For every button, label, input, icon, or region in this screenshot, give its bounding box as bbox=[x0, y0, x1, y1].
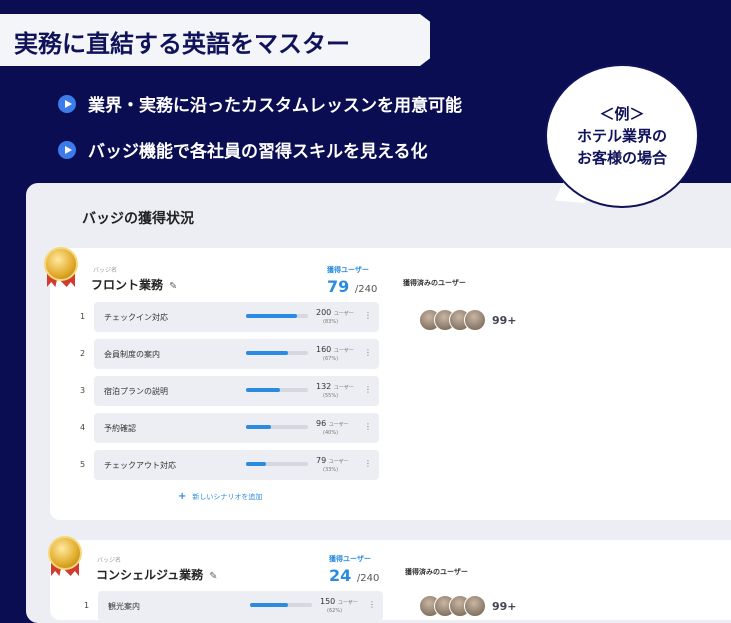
callout-line: ホテル業界の bbox=[576, 127, 667, 145]
progress-fill bbox=[246, 388, 281, 392]
acquired-label: 獲得ユーザー bbox=[327, 266, 369, 274]
badge-caption: バッジ名 bbox=[93, 267, 118, 274]
avatar bbox=[464, 595, 486, 617]
badge-name[interactable]: コンシェルジュ業務 ✎ bbox=[96, 566, 218, 583]
progress-fill bbox=[246, 314, 298, 318]
scenario-user-count: 160 ユーザー bbox=[316, 345, 354, 354]
scenario-name: チェックイン対応 bbox=[104, 313, 168, 322]
play-icon bbox=[58, 94, 76, 113]
badge-name[interactable]: フロント業務 ✎ bbox=[91, 276, 177, 293]
more-menu-icon[interactable]: ⋮ bbox=[364, 385, 372, 394]
pencil-icon[interactable]: ✎ bbox=[169, 281, 177, 292]
panel-title: バッジの獲得状況 bbox=[82, 211, 194, 227]
scenario-name: 予約確認 bbox=[104, 424, 136, 433]
progress-fill bbox=[250, 603, 289, 607]
scenario-name: 観光案内 bbox=[108, 602, 140, 611]
acquired-count: 79 /240 bbox=[327, 277, 378, 296]
scenario-user-count: 96 ユーザー bbox=[316, 419, 349, 428]
scenario-user-count: 132 ユーザー bbox=[316, 382, 354, 391]
scenario-user-count: 200 ユーザー bbox=[316, 308, 354, 317]
scenario-number: 5 bbox=[80, 460, 86, 469]
gold-medal-icon bbox=[44, 247, 78, 287]
scenario-user-count: 79 ユーザー bbox=[316, 456, 349, 465]
scenario-number: 1 bbox=[84, 601, 90, 610]
scenario-number: 1 bbox=[80, 312, 86, 321]
more-menu-icon[interactable]: ⋮ bbox=[364, 311, 372, 320]
more-menu-icon[interactable]: ⋮ bbox=[364, 459, 372, 468]
more-users-count: 99+ bbox=[492, 599, 517, 613]
feature-bullet: 業界・実務に沿ったカスタムレッスンを用意可能 bbox=[58, 91, 462, 116]
scenario-row[interactable]: 予約確認 96 ユーザー (40%) ⋮ bbox=[94, 413, 379, 443]
progress-fill bbox=[246, 351, 288, 355]
feature-bullet: バッジ機能で各社員の習得スキルを見える化 bbox=[58, 137, 428, 162]
callout-line: ＜例＞ bbox=[599, 105, 645, 123]
scenario-number: 4 bbox=[80, 423, 86, 432]
scenario-number: 2 bbox=[80, 349, 86, 358]
scenario-row[interactable]: 宿泊プランの説明 132 ユーザー (55%) ⋮ bbox=[94, 376, 379, 406]
scenario-row[interactable]: 観光案内 150 ユーザー (62%) ⋮ bbox=[98, 591, 383, 621]
scenario-user-count: 150 ユーザー bbox=[320, 597, 358, 606]
user-avatars[interactable]: 99+ bbox=[419, 309, 517, 331]
scenario-percent: (62%) bbox=[327, 608, 343, 614]
acquired-label: 獲得ユーザー bbox=[329, 555, 371, 563]
gold-medal-icon bbox=[48, 536, 82, 576]
scenario-number: 3 bbox=[80, 386, 86, 395]
plus-icon: + bbox=[178, 491, 187, 502]
scenario-percent: (83%) bbox=[323, 319, 339, 325]
play-icon bbox=[58, 140, 76, 159]
badge-caption: バッジ名 bbox=[97, 557, 122, 564]
scenario-name: チェックアウト対応 bbox=[104, 461, 176, 470]
acquired-users-label: 獲得済みのユーザー bbox=[405, 568, 468, 576]
hero-title: 実務に直結する英語をマスター bbox=[14, 30, 350, 58]
feature-text: 業界・実務に沿ったカスタムレッスンを用意可能 bbox=[88, 96, 462, 116]
acquired-users-label: 獲得済みのユーザー bbox=[403, 279, 466, 287]
progress-bar bbox=[246, 388, 308, 392]
example-callout: ＜例＞ ホテル業界の お客様の場合 bbox=[545, 64, 699, 208]
progress-bar bbox=[246, 351, 308, 355]
feature-text: バッジ機能で各社員の習得スキルを見える化 bbox=[88, 142, 428, 162]
progress-bar bbox=[246, 425, 308, 429]
more-menu-icon[interactable]: ⋮ bbox=[364, 422, 372, 431]
avatar bbox=[464, 309, 486, 331]
progress-bar bbox=[246, 314, 308, 318]
progress-fill bbox=[246, 462, 267, 466]
progress-fill bbox=[246, 425, 271, 429]
more-menu-icon[interactable]: ⋮ bbox=[368, 600, 376, 609]
scenario-percent: (55%) bbox=[323, 393, 339, 399]
add-scenario-button[interactable]: + 新しいシナリオを追加 bbox=[178, 491, 262, 502]
progress-bar bbox=[246, 462, 308, 466]
scenario-percent: (40%) bbox=[323, 430, 339, 436]
scenario-row[interactable]: チェックアウト対応 79 ユーザー (33%) ⋮ bbox=[94, 450, 379, 480]
more-menu-icon[interactable]: ⋮ bbox=[364, 348, 372, 357]
callout-line: お客様の場合 bbox=[576, 149, 667, 167]
scenario-name: 会員制度の案内 bbox=[104, 350, 160, 359]
pencil-icon[interactable]: ✎ bbox=[209, 571, 217, 582]
user-avatars[interactable]: 99+ bbox=[419, 595, 517, 617]
acquired-count: 24 /240 bbox=[329, 566, 380, 585]
scenario-percent: (67%) bbox=[323, 356, 339, 362]
progress-bar bbox=[250, 603, 312, 607]
scenario-percent: (33%) bbox=[323, 467, 339, 473]
scenario-row[interactable]: チェックイン対応 200 ユーザー (83%) ⋮ bbox=[94, 302, 379, 332]
scenario-name: 宿泊プランの説明 bbox=[104, 387, 168, 396]
scenario-row[interactable]: 会員制度の案内 160 ユーザー (67%) ⋮ bbox=[94, 339, 379, 369]
more-users-count: 99+ bbox=[492, 313, 517, 327]
